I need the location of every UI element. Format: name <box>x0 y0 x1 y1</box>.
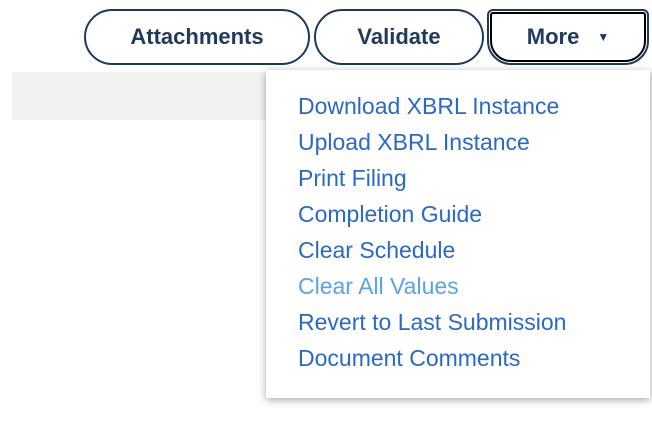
menu-item-document-comments[interactable]: Document Comments <box>298 340 650 376</box>
attachments-button[interactable]: Attachments <box>84 9 310 65</box>
menu-item-upload-xbrl-instance[interactable]: Upload XBRL Instance <box>298 124 650 160</box>
menu-item-clear-schedule[interactable]: Clear Schedule <box>298 232 650 268</box>
menu-item-clear-all-values: Clear All Values <box>298 273 459 299</box>
page: Attachments Validate More ▼ Download XBR… <box>0 0 652 421</box>
more-dropdown-menu: Download XBRL Instance Upload XBRL Insta… <box>266 70 650 398</box>
menu-item-print-filing[interactable]: Print Filing <box>298 160 650 196</box>
menu-item-download-xbrl-instance[interactable]: Download XBRL Instance <box>298 88 650 124</box>
caret-down-icon: ▼ <box>597 30 610 44</box>
menu-item-completion-guide[interactable]: Completion Guide <box>298 196 650 232</box>
more-button-label: More <box>526 24 580 49</box>
attachments-button-label: Attachments <box>130 24 264 49</box>
validate-button-label: Validate <box>357 24 441 49</box>
menu-item-revert-to-last-submission[interactable]: Revert to Last Submission <box>298 304 650 340</box>
more-button[interactable]: More ▼ <box>487 9 649 65</box>
validate-button[interactable]: Validate <box>314 9 484 65</box>
